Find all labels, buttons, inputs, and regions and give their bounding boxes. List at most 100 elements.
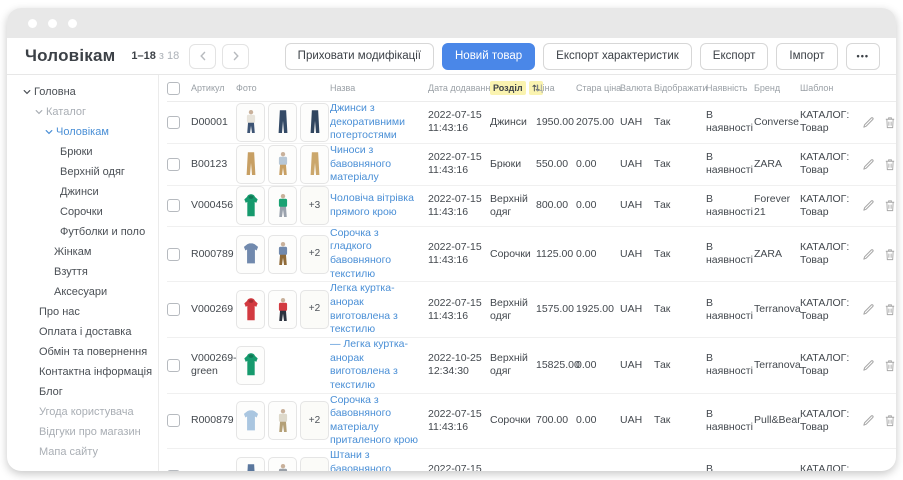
sidebar-item-contact-info[interactable]: Контактна інформація bbox=[7, 362, 158, 382]
pants-photo-thumbnail[interactable] bbox=[300, 103, 329, 142]
row-checkbox[interactable] bbox=[167, 414, 180, 427]
figure-photo-thumbnail[interactable] bbox=[268, 186, 297, 225]
product-name-link[interactable]: Чоловіча вітрівка прямого крою bbox=[330, 192, 422, 219]
close-icon[interactable] bbox=[28, 19, 37, 28]
sidebar-item-tshirts-polo[interactable]: Футболки и поло bbox=[7, 222, 158, 242]
trash-icon[interactable] bbox=[884, 199, 896, 212]
trash-icon[interactable] bbox=[884, 248, 896, 261]
column-header-name[interactable]: Назва bbox=[330, 83, 428, 93]
pencil-icon[interactable] bbox=[862, 248, 875, 261]
column-header-section[interactable]: Розділ bbox=[490, 81, 536, 95]
product-name-link[interactable]: Чиноси з бавовняного матеріалу bbox=[330, 144, 422, 185]
pencil-icon[interactable] bbox=[862, 116, 875, 129]
trash-icon[interactable] bbox=[884, 414, 896, 427]
minimize-icon[interactable] bbox=[48, 19, 57, 28]
row-checkbox[interactable] bbox=[167, 470, 180, 471]
column-header-price[interactable]: Ціна bbox=[536, 83, 576, 93]
product-name-link[interactable]: Штани з бавовняного матеріалу прямого кр… bbox=[330, 449, 422, 471]
more-button[interactable]: ••• bbox=[846, 43, 880, 70]
product-name-link[interactable]: Сорочка з гладкого бавовняного текстилю bbox=[330, 227, 422, 282]
row-checkbox[interactable] bbox=[167, 359, 180, 372]
sidebar-item-payment-delivery[interactable]: Оплата і доставка bbox=[7, 322, 158, 342]
column-header-article[interactable]: Артикул bbox=[191, 83, 236, 93]
pants-photo-thumbnail[interactable] bbox=[268, 103, 297, 142]
sidebar-item-jeans[interactable]: Джинси bbox=[7, 182, 158, 202]
column-header-availability[interactable]: Наявність bbox=[706, 83, 754, 93]
cell-template: КАТАЛОГ: Товар bbox=[800, 151, 862, 177]
sidebar-item-shoes[interactable]: Взуття bbox=[7, 262, 158, 282]
column-header-date[interactable]: Дата додавання bbox=[428, 83, 490, 93]
sidebar-item-label: Оплата і доставка bbox=[39, 326, 131, 338]
sidebar-item-women[interactable]: Жінкам bbox=[7, 242, 158, 262]
pencil-icon[interactable] bbox=[862, 199, 875, 212]
pants-photo-thumbnail[interactable] bbox=[300, 145, 329, 184]
pagination-next-button[interactable] bbox=[222, 44, 249, 69]
figure-photo-thumbnail[interactable] bbox=[268, 145, 297, 184]
sidebar-item-home[interactable]: Головна bbox=[7, 82, 158, 102]
column-header-currency[interactable]: Валюта bbox=[620, 83, 654, 93]
column-header-template[interactable]: Шаблон bbox=[800, 83, 862, 93]
pencil-icon[interactable] bbox=[862, 470, 875, 471]
sidebar-item-shirts[interactable]: Сорочки bbox=[7, 202, 158, 222]
sidebar-item-about-us[interactable]: Про нас bbox=[7, 302, 158, 322]
column-header-display[interactable]: Відображати bbox=[654, 83, 706, 93]
trash-icon[interactable] bbox=[884, 116, 896, 129]
pencil-icon[interactable] bbox=[862, 359, 875, 372]
pants-photo-thumbnail[interactable] bbox=[236, 457, 265, 471]
new-product-button[interactable]: Новий товар bbox=[442, 43, 535, 70]
more-photos-badge[interactable]: +2 bbox=[300, 235, 329, 274]
sidebar-item-catalog[interactable]: Каталог bbox=[7, 102, 158, 122]
row-checkbox[interactable] bbox=[167, 199, 180, 212]
sidebar-item-user-agreement[interactable]: Угода користувача bbox=[7, 402, 158, 422]
trash-icon[interactable] bbox=[884, 470, 896, 471]
column-header-brand[interactable]: Бренд bbox=[754, 83, 800, 93]
sidebar-item-exchange-return[interactable]: Обмін та повернення bbox=[7, 342, 158, 362]
sidebar-item-blog[interactable]: Блог bbox=[7, 382, 158, 402]
product-name-link[interactable]: Джинси з декоративними потертостями bbox=[330, 102, 422, 143]
row-checkbox[interactable] bbox=[167, 158, 180, 171]
figure-photo-thumbnail[interactable] bbox=[236, 103, 265, 142]
table-row: V000269-green — Легка куртка-анорак виго… bbox=[167, 338, 896, 394]
hide-modifications-button[interactable]: Приховати модифікації bbox=[285, 43, 434, 70]
top-photo-thumbnail[interactable] bbox=[236, 401, 265, 440]
sidebar-item-sitemap[interactable]: Мапа сайту bbox=[7, 442, 158, 462]
product-name-link[interactable]: Сорочка з бавовняного матеріалу притален… bbox=[330, 394, 422, 449]
import-button[interactable]: Імпорт bbox=[776, 43, 837, 70]
trash-icon[interactable] bbox=[884, 359, 896, 372]
figure-photo-thumbnail[interactable] bbox=[268, 235, 297, 274]
hoodie-photo-thumbnail[interactable] bbox=[236, 290, 265, 329]
more-photos-badge[interactable]: +2 bbox=[300, 290, 329, 329]
sidebar-item-trousers[interactable]: Брюки bbox=[7, 142, 158, 162]
column-header-photo[interactable]: Фото bbox=[236, 83, 330, 93]
row-checkbox[interactable] bbox=[167, 303, 180, 316]
more-photos-badge[interactable]: +3 bbox=[300, 186, 329, 225]
figure-photo-thumbnail[interactable] bbox=[268, 457, 297, 471]
trash-icon[interactable] bbox=[884, 303, 896, 316]
sidebar-item-accessories[interactable]: Аксесуари bbox=[7, 282, 158, 302]
select-all-checkbox[interactable] bbox=[167, 82, 180, 95]
trash-icon[interactable] bbox=[884, 158, 896, 171]
hoodie-photo-thumbnail[interactable] bbox=[236, 186, 265, 225]
sidebar-item-outerwear[interactable]: Верхній одяг bbox=[7, 162, 158, 182]
figure-photo-thumbnail[interactable] bbox=[268, 401, 297, 440]
sidebar-item-men[interactable]: Чоловікам bbox=[7, 122, 158, 142]
column-header-old_price[interactable]: Стара ціна bbox=[576, 83, 620, 93]
zoom-icon[interactable] bbox=[68, 19, 77, 28]
export-button[interactable]: Експорт bbox=[700, 43, 769, 70]
pants-photo-thumbnail[interactable] bbox=[236, 145, 265, 184]
hoodie-photo-thumbnail[interactable] bbox=[236, 346, 265, 385]
pencil-icon[interactable] bbox=[862, 303, 875, 316]
product-name-link[interactable]: — Легка куртка-анорак виготовлена з текс… bbox=[330, 338, 422, 393]
sidebar-item-store-reviews[interactable]: Відгуки про магазин bbox=[7, 422, 158, 442]
row-checkbox[interactable] bbox=[167, 248, 180, 261]
more-photos-badge[interactable]: +2 bbox=[300, 457, 329, 471]
figure-photo-thumbnail[interactable] bbox=[268, 290, 297, 329]
pencil-icon[interactable] bbox=[862, 158, 875, 171]
product-name-link[interactable]: Легка куртка-анорак виготовлена з тексти… bbox=[330, 282, 422, 337]
more-photos-badge[interactable]: +2 bbox=[300, 401, 329, 440]
top-photo-thumbnail[interactable] bbox=[236, 235, 265, 274]
row-checkbox[interactable] bbox=[167, 116, 180, 129]
pagination-prev-button[interactable] bbox=[189, 44, 216, 69]
export-characteristics-button[interactable]: Експорт характеристик bbox=[543, 43, 692, 70]
pencil-icon[interactable] bbox=[862, 414, 875, 427]
